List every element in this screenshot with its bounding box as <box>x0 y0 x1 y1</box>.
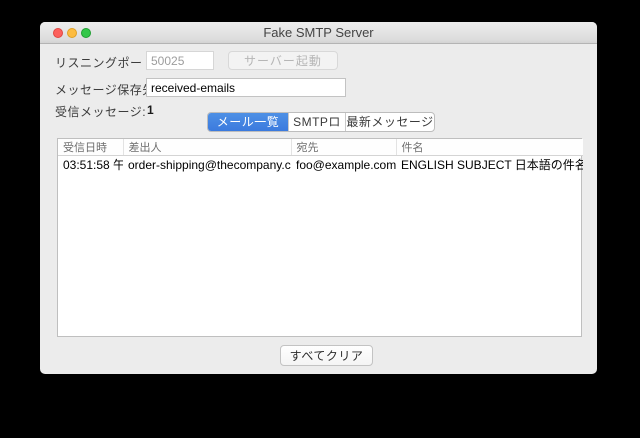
column-header-received-at[interactable]: 受信日時 <box>58 139 124 156</box>
port-label: リスニングポート: <box>55 56 159 70</box>
received-count-label: 受信メッセージ: <box>55 105 147 119</box>
tab-smtp-log[interactable]: SMTPログ <box>288 113 345 131</box>
save-dir-label: メッセージ保存先: <box>55 83 159 97</box>
cell-subject: ENGLISH SUBJECT 日本語の件名 <box>401 158 583 172</box>
column-header-sender[interactable]: 差出人 <box>123 139 292 156</box>
clear-all-button[interactable]: すべてクリア <box>280 345 373 366</box>
cell-recipient: foo@example.com <box>296 157 396 172</box>
window-title: Fake SMTP Server <box>263 25 374 40</box>
port-input[interactable] <box>146 51 214 70</box>
save-dir-input[interactable] <box>146 78 346 97</box>
tab-latest-message[interactable]: 最新メッセージ <box>345 113 434 131</box>
cell-sender: order-shipping@thecompany.com <box>128 157 291 172</box>
cell-received-at: 03:51:58 午後 <box>63 158 123 172</box>
mail-table: 受信日時 差出人 宛先 件名 03:51:58 午後 order-shippin… <box>57 138 583 337</box>
app-window: Fake SMTP Server リスニングポート: サーバー起動 メッセージ保… <box>40 22 597 374</box>
column-header-recipient[interactable]: 宛先 <box>291 139 397 156</box>
received-count-value: 1 <box>147 103 154 117</box>
view-tabs: メール一覧 SMTPログ 最新メッセージ <box>207 112 435 132</box>
start-server-button[interactable]: サーバー起動 <box>228 51 338 70</box>
table-header-row: 受信日時 差出人 宛先 件名 <box>58 139 583 156</box>
title-bar: Fake SMTP Server <box>40 22 597 44</box>
table-row[interactable]: 03:51:58 午後 order-shipping@thecompany.co… <box>58 156 583 174</box>
column-header-subject[interactable]: 件名 <box>396 139 583 156</box>
tab-mail-list[interactable]: メール一覧 <box>208 113 288 131</box>
